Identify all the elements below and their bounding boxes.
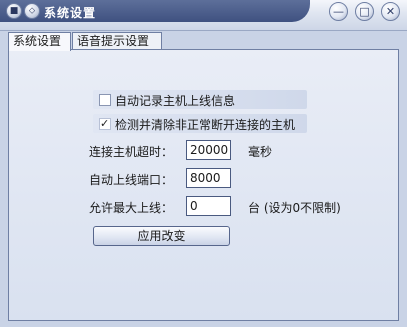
tab-voice-settings[interactable]: 语音提示设置 xyxy=(72,32,162,49)
maximize-icon[interactable]: □ xyxy=(355,2,374,21)
check-mark-icon: ✓ xyxy=(100,117,110,130)
close-icon[interactable]: ✕ xyxy=(381,2,400,21)
port-label: 自动上线端口： xyxy=(89,173,174,187)
tab-label: 语音提示设置 xyxy=(77,34,150,48)
auto-log-label: 自动记录主机上线信息 xyxy=(115,94,236,108)
title-bar[interactable]: ■ ⬦ 系统设置 — □ ✕ xyxy=(0,0,407,31)
max-online-input[interactable]: 0 xyxy=(186,196,231,216)
app-menu-icon[interactable]: ■ xyxy=(6,3,22,19)
settings-panel: 自动记录主机上线信息 ✓ 检测并清除非正常断开连接的主机 连接主机超时： 200… xyxy=(8,49,399,321)
max-online-unit: 台 (设为0不限制) xyxy=(248,201,341,215)
detect-clear-checkbox[interactable]: ✓ xyxy=(99,117,111,130)
rollup-icon[interactable]: ⬦ xyxy=(24,3,40,19)
port-input[interactable]: 8000 xyxy=(186,168,231,188)
detect-clear-checkbox-row[interactable]: ✓ 检测并清除非正常断开连接的主机 xyxy=(93,114,307,133)
apply-button[interactable]: 应用改变 xyxy=(93,226,230,246)
detect-clear-label: 检测并清除非正常断开连接的主机 xyxy=(115,118,296,132)
max-online-label: 允许最大上线： xyxy=(89,201,174,215)
tab-system-settings[interactable]: 系统设置 xyxy=(8,32,71,51)
timeout-label: 连接主机超时： xyxy=(89,145,174,159)
tab-strip: 系统设置 语音提示设置 xyxy=(8,32,398,51)
settings-window: ■ ⬦ 系统设置 — □ ✕ 系统设置 语音提示设置 自动记录主机上线信息 ✓ … xyxy=(0,0,407,327)
auto-log-checkbox-row[interactable]: 自动记录主机上线信息 xyxy=(93,90,307,109)
window-title: 系统设置 xyxy=(44,6,97,20)
tab-label: 系统设置 xyxy=(13,34,62,48)
timeout-input[interactable]: 20000 xyxy=(186,140,231,160)
auto-log-checkbox[interactable] xyxy=(99,94,111,106)
minimize-icon[interactable]: — xyxy=(329,2,348,21)
timeout-unit: 毫秒 xyxy=(248,145,273,159)
